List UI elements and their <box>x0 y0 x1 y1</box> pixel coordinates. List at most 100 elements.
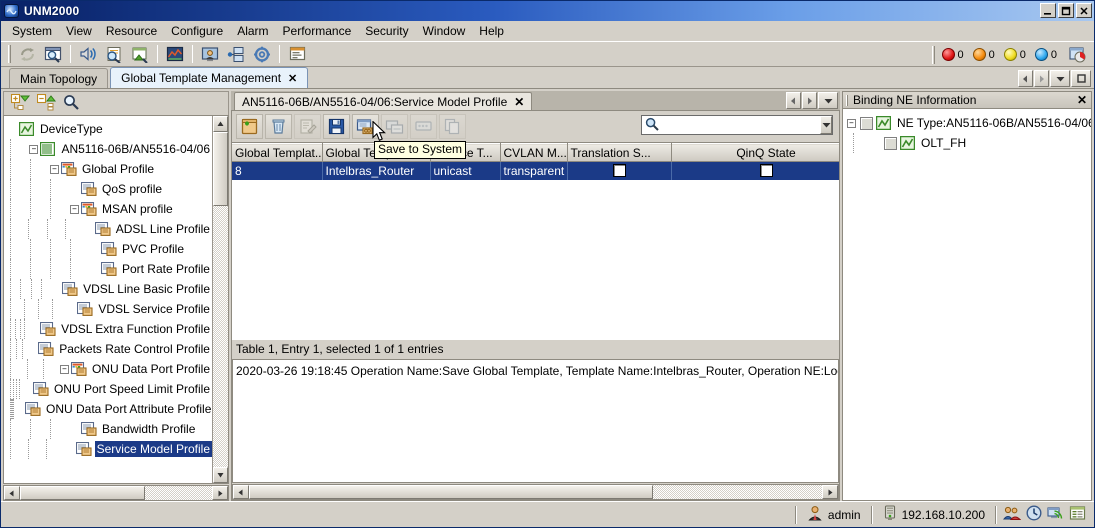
table-cell[interactable]: transparent <box>500 161 568 180</box>
online-users-icon[interactable] <box>1002 505 1022 524</box>
collapse-all-icon[interactable] <box>36 93 57 114</box>
tree-node[interactable]: Service Model Profile <box>8 439 212 459</box>
alarm-dot-major[interactable] <box>972 48 986 61</box>
tree-node[interactable]: DeviceType <box>8 119 212 139</box>
menu-view[interactable]: View <box>59 22 99 40</box>
modify-edit-icon[interactable] <box>294 114 321 139</box>
menu-resource[interactable]: Resource <box>99 22 164 40</box>
row-checkbox[interactable] <box>759 164 773 178</box>
binding-ne-checkbox[interactable] <box>884 136 897 150</box>
tree-node[interactable]: Bandwidth Profile <box>8 419 212 439</box>
sync-ne-icon[interactable] <box>410 114 437 139</box>
close-button[interactable] <box>1076 3 1092 18</box>
operation-log[interactable]: 2020-03-26 19:18:45 Operation Name:Save … <box>232 359 839 483</box>
tree-node[interactable]: Port Rate Profile <box>8 259 212 279</box>
maximize-button[interactable] <box>1058 3 1074 18</box>
tab-main-topology[interactable]: Main Topology <box>9 68 109 88</box>
tree-expander[interactable]: – <box>59 364 69 374</box>
close-icon[interactable]: ✕ <box>288 72 297 85</box>
tree-node[interactable]: PVC Profile <box>8 239 212 259</box>
tab-service-model-profile[interactable]: AN5116-06B/AN5516-04/06:Service Model Pr… <box>234 92 533 110</box>
alarm-query-icon[interactable] <box>102 43 126 65</box>
profile-tab-prev-button[interactable] <box>786 92 801 109</box>
log-list-icon[interactable] <box>1069 505 1086 524</box>
refresh-icon[interactable] <box>15 43 39 65</box>
tree-node[interactable]: VDSL Extra Function Profile <box>8 319 212 339</box>
row-checkbox[interactable] <box>612 164 626 178</box>
network-device-icon[interactable] <box>224 43 248 65</box>
profile-tab-list-button[interactable] <box>818 92 838 109</box>
settings-gear-icon[interactable] <box>250 43 274 65</box>
add-new-icon[interactable] <box>236 114 263 139</box>
search-input[interactable] <box>661 117 820 133</box>
alarm-pie-chart-icon[interactable] <box>1067 44 1087 66</box>
menu-system[interactable]: System <box>5 22 59 40</box>
profile-table[interactable]: Global Templat...Global Template NameSer… <box>232 142 839 339</box>
menu-security[interactable]: Security <box>358 22 415 40</box>
close-icon[interactable]: ✕ <box>514 95 524 109</box>
binding-ne-tree[interactable]: – NE Type:AN5116-06B/AN5516-04/06 OLT_FH <box>842 109 1092 501</box>
delete-trash-icon[interactable] <box>265 114 292 139</box>
column-header[interactable]: CVLAN M... <box>500 143 568 162</box>
tree-node[interactable]: – AN5116-06B/AN5516-04/06 <box>8 139 212 159</box>
expand-all-icon[interactable] <box>10 93 31 114</box>
save-disk-icon[interactable] <box>323 114 350 139</box>
table-cell[interactable]: Intelbras_Router <box>322 161 431 180</box>
search-field-container[interactable] <box>641 115 833 135</box>
alarm-ack-icon[interactable] <box>128 43 152 65</box>
alarm-dot-minor[interactable] <box>1003 48 1017 61</box>
tab-prev-button[interactable] <box>1018 70 1033 87</box>
alarm-dot-critical[interactable] <box>941 48 955 61</box>
tree-node[interactable]: VDSL Service Profile <box>8 299 212 319</box>
tree-node[interactable]: QoS profile <box>8 179 212 199</box>
tab-next-button[interactable] <box>1034 70 1049 87</box>
topology-icon[interactable] <box>163 43 187 65</box>
table-cell[interactable]: 8 <box>232 161 323 180</box>
sound-alarm-icon[interactable] <box>76 43 100 65</box>
tree-expander[interactable]: – <box>50 164 59 174</box>
user-monitor-icon[interactable] <box>198 43 222 65</box>
status-server[interactable]: 192.168.10.200 <box>879 505 989 524</box>
tab-list-dropdown-button[interactable] <box>1050 70 1070 87</box>
tree-node[interactable]: – Global Profile <box>8 159 212 179</box>
tree-node[interactable]: – MSAN profile <box>8 199 212 219</box>
tree-node[interactable]: ONU Data Port Attribute Profile <box>8 399 212 419</box>
tree-scroll-track[interactable] <box>213 206 228 467</box>
search-icon[interactable] <box>63 94 79 113</box>
tree-expander[interactable]: – <box>29 144 39 154</box>
network-status-icon[interactable] <box>1047 505 1064 524</box>
content-hscroll-left-button[interactable] <box>233 485 249 499</box>
tree-horizontal-scrollbar[interactable] <box>3 485 229 501</box>
column-header[interactable]: Translation S... <box>567 143 672 162</box>
tab-restore-button[interactable] <box>1071 70 1091 87</box>
tree-scroll-up-button[interactable] <box>213 116 228 132</box>
table-cell[interactable]: unicast <box>430 161 501 180</box>
close-icon[interactable]: ✕ <box>1077 93 1087 107</box>
table-cell-checkbox[interactable] <box>671 161 839 180</box>
menu-configure[interactable]: Configure <box>164 22 230 40</box>
menu-performance[interactable]: Performance <box>276 22 359 40</box>
content-hscroll-right-button[interactable] <box>822 485 838 499</box>
tree-node[interactable]: Packets Rate Control Profile <box>8 339 212 359</box>
content-horizontal-scrollbar[interactable] <box>232 484 839 500</box>
tree-expander[interactable]: – <box>70 204 79 214</box>
tree-hscroll-left-button[interactable] <box>4 486 20 500</box>
profile-tab-next-button[interactable] <box>802 92 817 109</box>
report-window-icon[interactable] <box>285 43 309 65</box>
search-dropdown-button[interactable] <box>820 116 832 134</box>
tree-node[interactable]: VDSL Line Basic Profile <box>8 279 212 299</box>
content-hscroll-thumb[interactable] <box>249 485 653 499</box>
tab-global-template-management[interactable]: Global Template Management ✕ <box>110 67 309 88</box>
tree-hscroll-track[interactable] <box>145 486 212 500</box>
tree-scroll-thumb[interactable] <box>213 132 228 206</box>
tree-hscroll-thumb[interactable] <box>20 486 145 500</box>
tree-hscroll-right-button[interactable] <box>212 486 228 500</box>
table-cell-checkbox[interactable] <box>567 161 672 180</box>
tree-node[interactable]: ONU Port Speed Limit Profile <box>8 379 212 399</box>
binding-ne-node[interactable]: – NE Type:AN5116-06B/AN5516-04/06 <box>847 113 1091 133</box>
menu-window[interactable]: Window <box>416 22 473 40</box>
alarm-dot-warning[interactable] <box>1034 48 1048 61</box>
binding-ne-checkbox[interactable] <box>860 116 873 130</box>
table-row[interactable]: 8 Intelbras_Router unicast transparent <box>232 161 839 180</box>
content-hscroll-track[interactable] <box>653 485 822 499</box>
